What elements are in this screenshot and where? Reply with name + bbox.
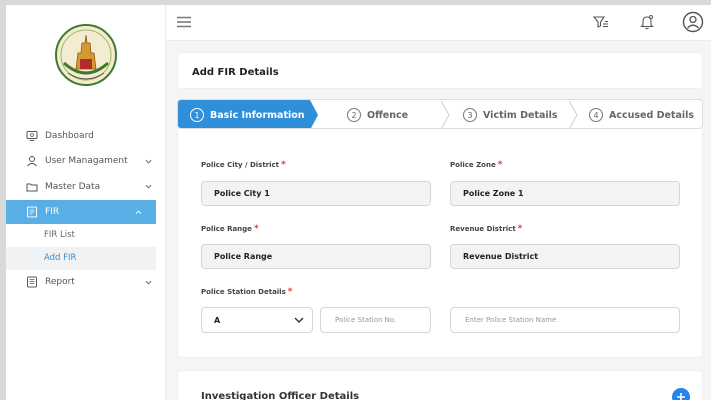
- select-value: A: [214, 315, 221, 325]
- required-mark: *: [253, 224, 259, 234]
- sidebar-item-report[interactable]: Report: [6, 270, 166, 296]
- required-mark: *: [517, 224, 523, 234]
- sidebar-item-label: Master Data: [45, 181, 101, 192]
- revenue-district-field[interactable]: Revenue District: [450, 244, 680, 269]
- sidebar-item-master-data[interactable]: Master Data: [6, 174, 166, 200]
- government-emblem-logo: [55, 24, 117, 86]
- police-city-field[interactable]: Police City 1: [201, 181, 431, 206]
- plus-icon: [677, 393, 685, 400]
- police-zone-field[interactable]: Police Zone 1: [450, 181, 680, 206]
- form-stepper: 1 Basic Information 2 Offence 3 Victim D…: [177, 99, 703, 129]
- report-icon: [26, 276, 38, 288]
- label-text: Police City / District: [201, 161, 280, 169]
- sidebar-item-fir[interactable]: FIR: [6, 199, 156, 224]
- placeholder-text: Enter Police Station Name: [465, 316, 557, 324]
- sidebar-subitem-add-fir[interactable]: Add FIR: [6, 246, 156, 270]
- police-station-name-input[interactable]: Enter Police Station Name: [450, 307, 680, 333]
- filter-icon[interactable]: [592, 13, 610, 31]
- step-accused-details[interactable]: 4 Accused Details: [589, 100, 695, 128]
- sidebar-nav: Dashboard User Managament Master Data FI…: [6, 123, 166, 295]
- step-label: Basic Information: [210, 109, 305, 121]
- sidebar-item-label: Dashboard: [45, 130, 94, 141]
- bell-icon[interactable]: [638, 13, 656, 31]
- step-number: 2: [347, 108, 361, 122]
- field-value: Police Zone 1: [463, 189, 524, 198]
- chevron-down-icon: [294, 317, 304, 323]
- label-text: Revenue District: [450, 225, 516, 233]
- user-icon: [26, 155, 38, 167]
- chevron-down-icon: [145, 159, 152, 163]
- sidebar-subitem-label: Add FIR: [44, 253, 77, 263]
- step-label: Victim Details: [483, 109, 558, 121]
- investigation-officer-card: Investigation Officer Details: [177, 370, 703, 400]
- police-station-type-select[interactable]: A: [201, 307, 313, 333]
- basic-information-form: Police City / District * Police City 1 Po…: [177, 129, 703, 358]
- sidebar-item-label: Report: [45, 277, 75, 288]
- police-station-number-input[interactable]: Police Station No.: [320, 307, 431, 333]
- sidebar-item-user-management[interactable]: User Managament: [6, 149, 166, 175]
- sidebar-subitem-fir-list[interactable]: FIR List: [6, 224, 166, 247]
- chevron-down-icon: [145, 280, 152, 284]
- field-value: Police City 1: [214, 189, 270, 198]
- label-text: Police Range: [201, 225, 252, 233]
- section-title: Investigation Officer Details: [201, 391, 360, 400]
- folder-icon: [26, 181, 38, 193]
- sidebar: Dashboard User Managament Master Data FI…: [6, 5, 166, 400]
- sidebar-item-label: User Managament: [45, 156, 128, 167]
- step-label: Offence: [367, 109, 409, 121]
- step-number: 1: [190, 108, 204, 122]
- app-frame: Dashboard User Managament Master Data FI…: [6, 5, 711, 400]
- chevron-up-icon: [135, 210, 142, 214]
- sidebar-item-label: FIR: [45, 206, 60, 217]
- police-station-details-label: Police Station Details *: [201, 287, 292, 297]
- sidebar-subitem-label: FIR List: [44, 230, 75, 240]
- police-range-label: Police Range *: [201, 224, 259, 234]
- required-mark: *: [497, 160, 503, 170]
- add-investigation-officer-button[interactable]: [672, 388, 690, 400]
- page-title: Add FIR Details: [177, 52, 703, 89]
- label-text: Police Station Details: [201, 288, 286, 296]
- fir-icon: [26, 206, 38, 218]
- step-basic-information[interactable]: 1 Basic Information: [190, 100, 305, 128]
- revenue-district-label: Revenue District *: [450, 224, 522, 234]
- dashboard-icon: [26, 130, 38, 142]
- placeholder-text: Police Station No.: [335, 316, 397, 324]
- required-mark: *: [281, 160, 286, 170]
- field-value: Police Range: [214, 252, 273, 261]
- step-label: Accused Details: [609, 109, 695, 121]
- step-number: 4: [589, 108, 603, 122]
- step-offence[interactable]: 2 Offence: [347, 100, 409, 128]
- label-text: Police Zone: [450, 161, 496, 169]
- police-zone-label: Police Zone *: [450, 160, 502, 170]
- sidebar-item-dashboard[interactable]: Dashboard: [6, 123, 166, 149]
- menu-icon[interactable]: [177, 16, 191, 28]
- profile-icon[interactable]: [682, 11, 704, 33]
- police-range-field[interactable]: Police Range: [201, 244, 431, 269]
- top-bar: [166, 5, 711, 41]
- chevron-down-icon: [145, 184, 152, 189]
- step-victim-details[interactable]: 3 Victim Details: [463, 100, 558, 128]
- police-city-label: Police City / District *: [201, 160, 286, 170]
- required-mark: *: [287, 287, 293, 297]
- step-number: 3: [463, 108, 477, 122]
- field-value: Revenue District: [463, 252, 539, 261]
